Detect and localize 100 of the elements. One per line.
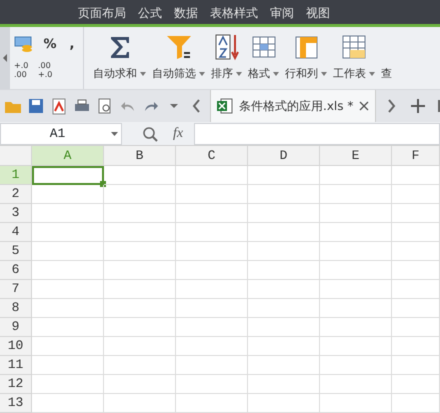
ribbon-button[interactable]: 排序 [208,27,245,89]
row-header[interactable]: 11 [0,356,32,375]
grid-cell[interactable] [320,280,392,299]
grid-cell[interactable] [104,204,176,223]
decimal-button[interactable]: .00 +.0 [38,57,62,83]
grid-cell[interactable] [392,356,440,375]
grid-cell[interactable] [392,185,440,204]
row-header[interactable]: 5 [0,242,32,261]
close-icon[interactable] [359,101,370,111]
grid-cell[interactable] [104,356,176,375]
grid-cell[interactable] [248,375,320,394]
grid-cell[interactable] [392,261,440,280]
grid-cell[interactable] [176,261,248,280]
grid-cell[interactable] [248,356,320,375]
grid-cell[interactable] [104,242,176,261]
grid-cell[interactable] [248,299,320,318]
document-tab[interactable]: 条件格式的应用.xls * [210,90,376,122]
row-header[interactable]: 2 [0,185,32,204]
grid-cell[interactable] [104,337,176,356]
grid-cell[interactable] [392,394,440,413]
decimal-button[interactable]: +.0 .00 [14,57,38,83]
grid-cell[interactable] [32,204,104,223]
row-header[interactable]: 8 [0,299,32,318]
grid-cell[interactable] [320,166,392,185]
grid-cell[interactable] [176,394,248,413]
ribbon-button[interactable]: 行和列 [282,27,330,89]
name-box[interactable]: A1 [0,122,122,144]
grid-cell[interactable] [392,318,440,337]
row-header[interactable]: 3 [0,204,32,223]
grid-cell[interactable] [176,223,248,242]
grid-cell[interactable] [392,242,440,261]
column-header[interactable]: E [320,146,392,166]
grid-cell[interactable] [248,242,320,261]
grid-cell[interactable] [248,223,320,242]
grid-cell[interactable] [104,280,176,299]
grid-cell[interactable] [320,337,392,356]
column-header[interactable]: C [176,146,248,166]
row-header[interactable]: 4 [0,223,32,242]
menu-tab[interactable]: 公式 [132,0,168,24]
column-header[interactable]: F [392,146,440,166]
menu-tab[interactable]: 审阅 [264,0,300,24]
grid-cell[interactable] [104,261,176,280]
ribbon-button[interactable]: 查 [378,27,395,89]
insert-function-button[interactable]: fx [172,122,184,145]
grid-cell[interactable] [32,356,104,375]
grid-cell[interactable] [176,375,248,394]
grid-cell[interactable] [320,261,392,280]
grid-cell[interactable] [392,280,440,299]
comma-button[interactable]: , [62,31,82,57]
row-header[interactable]: 13 [0,394,32,413]
grid-cell[interactable] [248,185,320,204]
grid-cell[interactable] [320,242,392,261]
grid-cell[interactable] [320,394,392,413]
grid-cell[interactable] [32,280,104,299]
grid-cell[interactable] [320,356,392,375]
grid-cell[interactable] [320,299,392,318]
row-header[interactable]: 7 [0,280,32,299]
grid-cell[interactable] [248,261,320,280]
menu-tab[interactable]: 表格样式 [204,0,264,24]
grid-cell[interactable] [176,299,248,318]
ribbon-button[interactable]: 自动求和 [90,27,149,89]
grid-cell[interactable] [248,166,320,185]
grid-cell[interactable] [32,242,104,261]
column-header[interactable]: B [104,146,176,166]
caret-icon[interactable] [111,132,118,136]
grid-cell[interactable] [32,337,104,356]
ribbon-button[interactable]: 格式 [245,27,282,89]
grid-cell[interactable] [104,394,176,413]
grid-cell[interactable] [320,375,392,394]
row-header[interactable]: 12 [0,375,32,394]
active-cell[interactable] [32,166,104,185]
grid-cell[interactable] [176,356,248,375]
row-header[interactable]: 9 [0,318,32,337]
grid-cell[interactable] [32,223,104,242]
grid-cell[interactable] [104,375,176,394]
grid-cell[interactable] [176,185,248,204]
select-all-corner[interactable] [0,146,32,166]
grid-cell[interactable] [392,204,440,223]
grid-cell[interactable] [320,223,392,242]
zoom-icon[interactable] [142,126,158,142]
grid-cell[interactable] [248,337,320,356]
grid-cell[interactable] [392,375,440,394]
grid-cell[interactable] [320,204,392,223]
grid-cell[interactable] [32,375,104,394]
grid-cell[interactable] [248,280,320,299]
grid-cell[interactable] [176,166,248,185]
menu-tab[interactable]: 视图 [300,0,336,24]
menu-tab[interactable]: 数据 [168,0,204,24]
grid-cell[interactable] [104,223,176,242]
ribbon-button[interactable]: 自动筛选 [149,27,208,89]
row-header[interactable]: 10 [0,337,32,356]
save-icon[interactable] [27,97,45,115]
grid-cell[interactable] [32,185,104,204]
grid-cell[interactable] [248,394,320,413]
grid-cell[interactable] [104,166,176,185]
percent-button[interactable]: % [38,31,62,57]
pdf-icon[interactable] [50,97,68,115]
formula-input[interactable] [194,122,440,144]
grid-cell[interactable] [176,318,248,337]
grid-cell[interactable] [32,261,104,280]
